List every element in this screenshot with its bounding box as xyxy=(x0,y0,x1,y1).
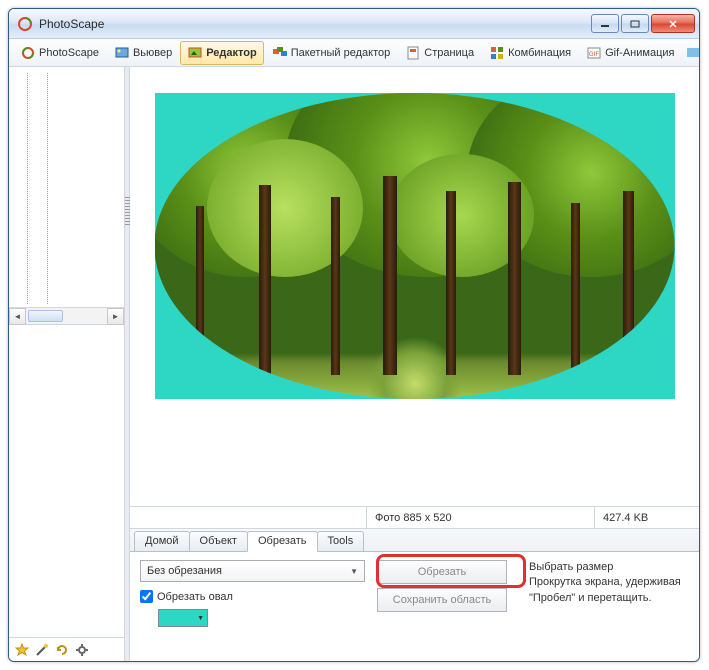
sidebar-actions xyxy=(9,637,124,661)
crop-options-col: Без обрезания ▼ Обрезать овал ▼ xyxy=(140,560,365,653)
combine-icon xyxy=(489,45,505,61)
more-icon xyxy=(685,45,699,61)
oval-crop-row[interactable]: Обрезать овал xyxy=(140,590,365,603)
info-bar: Фото 885 x 520 427.4 KB xyxy=(130,506,699,528)
save-region-button[interactable]: Сохранить область xyxy=(377,588,507,612)
gear-icon[interactable] xyxy=(75,643,89,657)
oval-crop-checkbox[interactable] xyxy=(140,590,153,603)
crop-button[interactable]: Обрезать xyxy=(377,560,507,584)
svg-text:GIF: GIF xyxy=(589,52,599,58)
forest-image xyxy=(155,93,675,399)
image-canvas[interactable] xyxy=(155,93,675,399)
oval-crop-preview xyxy=(155,93,675,399)
viewer-icon xyxy=(114,45,130,61)
refresh-icon[interactable] xyxy=(55,643,69,657)
tab-combine[interactable]: Комбинация xyxy=(482,41,578,65)
window-title: PhotoScape xyxy=(39,17,591,31)
titlebar: PhotoScape xyxy=(9,9,699,39)
window-controls xyxy=(591,14,695,33)
thumbnail-pane[interactable] xyxy=(9,325,124,637)
subtab-object[interactable]: Объект xyxy=(189,531,248,551)
crop-color-picker[interactable]: ▼ xyxy=(158,609,208,627)
scroll-thumb[interactable] xyxy=(28,310,63,322)
crop-panel: Без обрезания ▼ Обрезать овал ▼ Обрезать xyxy=(130,551,699,661)
batch-icon xyxy=(272,45,288,61)
photo-dimensions: Фото 885 x 520 xyxy=(366,507,594,528)
photoscape-icon xyxy=(20,45,36,61)
canvas-wrap xyxy=(130,67,699,506)
color-dropdown-arrow-icon: ▼ xyxy=(197,615,204,622)
editor-subtabs: Домой Объект Обрезать Tools xyxy=(130,528,699,551)
minimize-button[interactable] xyxy=(591,14,619,33)
folder-tree[interactable]: ◄ ► xyxy=(9,67,124,325)
scroll-left-icon[interactable]: ◄ xyxy=(9,308,26,325)
close-button[interactable] xyxy=(651,14,695,33)
crop-mode-dropdown[interactable]: Без обрезания ▼ xyxy=(140,560,365,582)
dropdown-arrow-icon: ▼ xyxy=(350,567,358,576)
tab-photoscape[interactable]: PhotoScape xyxy=(13,41,106,65)
file-size: 427.4 KB xyxy=(594,507,699,528)
tab-gif[interactable]: GIF Gif-Анимация xyxy=(579,41,681,65)
editor-area: Фото 885 x 520 427.4 KB Домой Объект Обр… xyxy=(130,67,699,661)
maximize-icon xyxy=(630,20,640,28)
minimize-icon xyxy=(600,20,610,28)
tab-more[interactable] xyxy=(682,41,699,65)
subtab-tools[interactable]: Tools xyxy=(317,531,365,551)
app-window: PhotoScape PhotoScape Вьювер Редактор xyxy=(8,8,700,662)
tab-editor[interactable]: Редактор xyxy=(180,41,263,65)
subtab-home[interactable]: Домой xyxy=(134,531,190,551)
tree-scrollbar[interactable]: ◄ ► xyxy=(9,307,124,324)
tab-page[interactable]: Страница xyxy=(398,41,481,65)
maximize-button[interactable] xyxy=(621,14,649,33)
scroll-track[interactable] xyxy=(26,308,107,324)
editor-icon xyxy=(187,45,203,61)
wand-icon[interactable] xyxy=(35,643,49,657)
page-icon xyxy=(405,45,421,61)
scroll-right-icon[interactable]: ► xyxy=(107,308,124,325)
info-cell-blank xyxy=(130,507,366,528)
app-icon xyxy=(17,16,33,32)
tab-viewer[interactable]: Вьювер xyxy=(107,41,179,65)
close-icon xyxy=(668,20,678,28)
subtab-crop[interactable]: Обрезать xyxy=(247,531,318,552)
crop-actions-col: Обрезать Сохранить область xyxy=(377,560,517,653)
main-toolbar: PhotoScape Вьювер Редактор Пакетный реда… xyxy=(9,39,699,67)
oval-crop-label: Обрезать овал xyxy=(157,591,233,603)
tab-batch[interactable]: Пакетный редактор xyxy=(265,41,398,65)
gif-icon: GIF xyxy=(586,45,602,61)
work-area: ◄ ► xyxy=(9,67,699,661)
sidebar: ◄ ► xyxy=(9,67,125,661)
crop-hint: Выбрать размер Прокрутка экрана, удержив… xyxy=(529,560,689,653)
star-icon[interactable] xyxy=(15,643,29,657)
crop-mode-value: Без обрезания xyxy=(147,565,222,577)
